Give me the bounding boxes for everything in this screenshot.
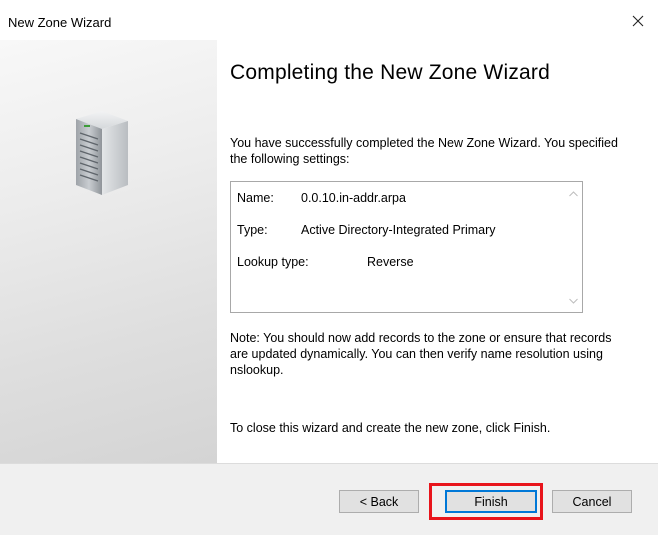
settings-value: Active Directory-Integrated Primary xyxy=(301,223,496,237)
settings-value: 0.0.10.in-addr.arpa xyxy=(301,191,406,205)
back-button[interactable]: < Back xyxy=(339,490,419,513)
settings-row-lookup-type: Lookup type: Reverse xyxy=(237,254,496,286)
wizard-window: New Zone Wizard Completing the New Zone … xyxy=(0,0,658,535)
intro-text: You have successfully completed the New … xyxy=(230,136,618,166)
page-title: Completing the New Zone Wizard xyxy=(230,61,550,84)
scroll-up-button[interactable] xyxy=(565,185,582,202)
settings-row-type: Type: Active Directory-Integrated Primary xyxy=(237,222,496,254)
settings-label: Lookup type: xyxy=(237,255,309,269)
settings-summary-box[interactable]: Name: 0.0.10.in-addr.arpa Type: Active Dir… xyxy=(230,181,583,313)
note-text: Note: You should now add records to the … xyxy=(230,331,612,377)
scroll-down-button[interactable] xyxy=(565,292,582,309)
chevron-down-icon xyxy=(569,298,578,304)
finish-button[interactable]: Finish xyxy=(445,490,537,513)
title-bar: New Zone Wizard xyxy=(0,0,658,40)
server-icon xyxy=(76,111,128,195)
window-title: New Zone Wizard xyxy=(8,15,112,30)
button-bar: < Back Finish Cancel xyxy=(0,463,658,535)
settings-label: Name: xyxy=(237,191,274,205)
settings-list: Name: 0.0.10.in-addr.arpa Type: Active Dir… xyxy=(237,190,496,286)
wizard-content: Completing the New Zone Wizard You have … xyxy=(230,40,640,463)
settings-label: Type: xyxy=(237,223,268,237)
closing-text: To close this wizard and create the new … xyxy=(230,421,551,435)
chevron-up-icon xyxy=(569,190,578,196)
close-icon xyxy=(632,15,644,27)
wizard-banner xyxy=(0,40,217,463)
vertical-scrollbar[interactable] xyxy=(565,182,582,312)
settings-value: Reverse xyxy=(367,255,414,269)
close-button[interactable] xyxy=(618,6,658,36)
cancel-button[interactable]: Cancel xyxy=(552,490,632,513)
settings-row-name: Name: 0.0.10.in-addr.arpa xyxy=(237,190,496,222)
